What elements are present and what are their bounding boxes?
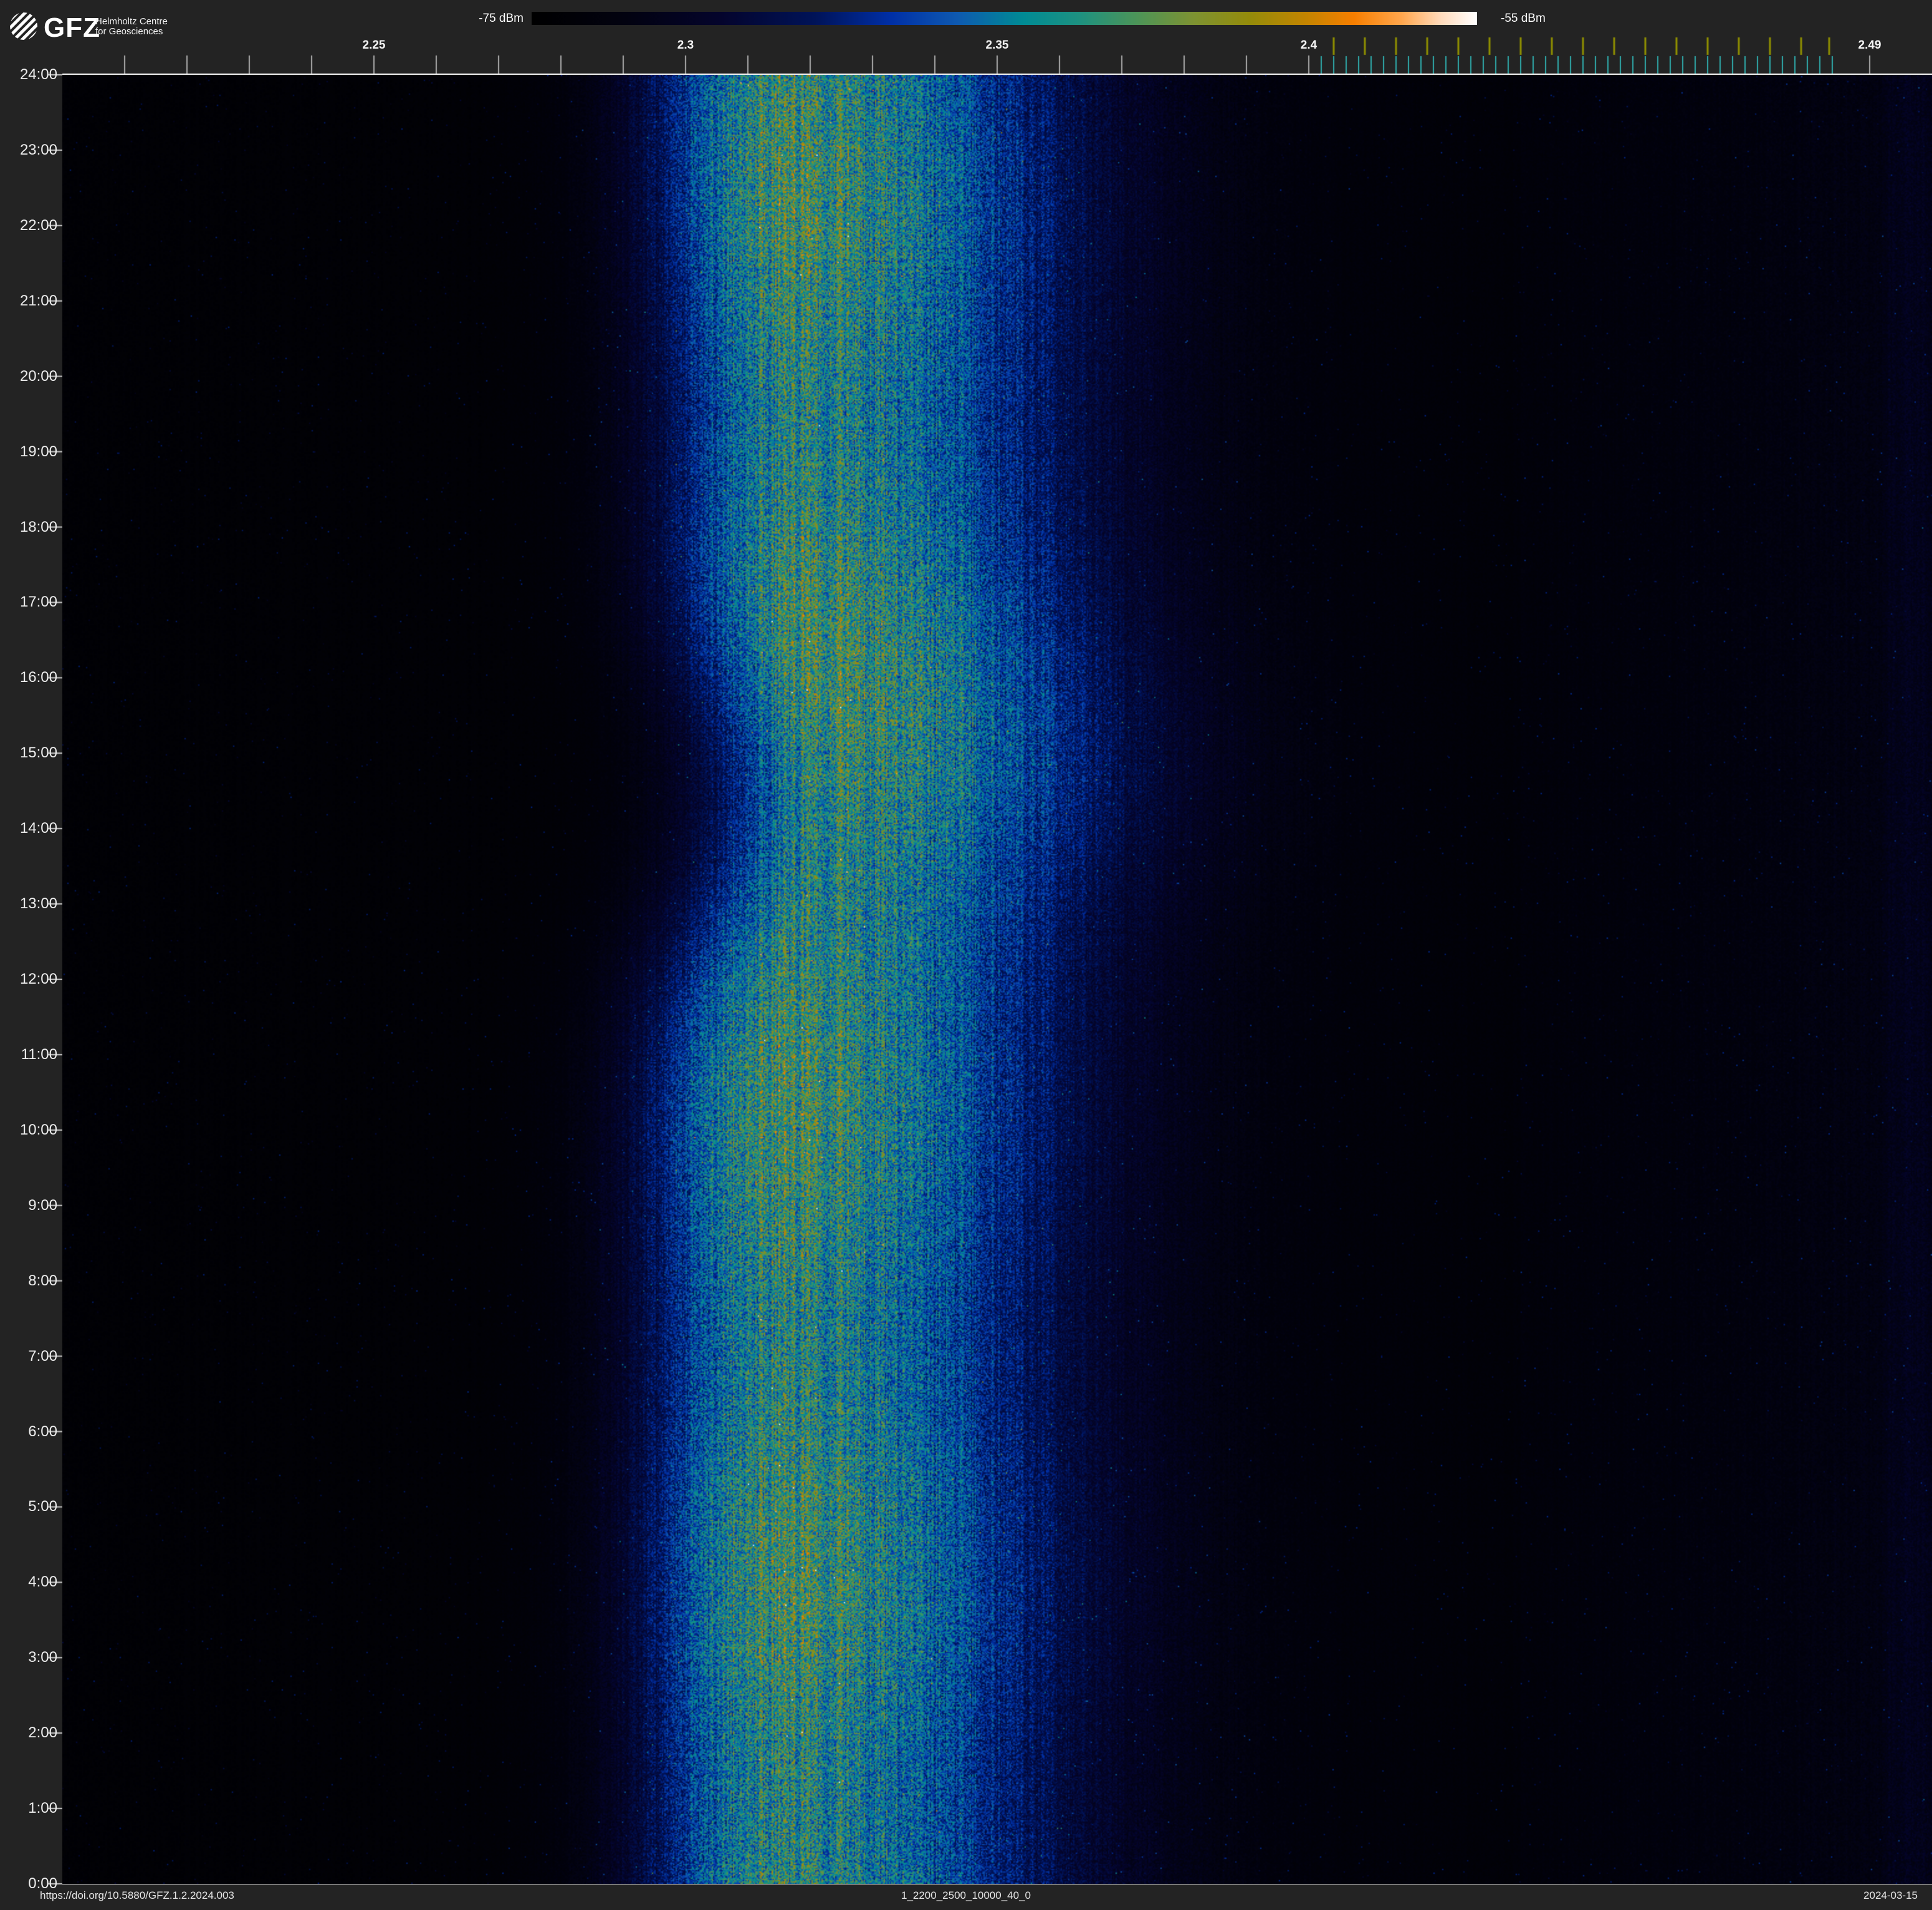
freq-tick-label: 2.4 — [1301, 39, 1317, 52]
time-tick-label: 8:00 — [0, 1272, 57, 1290]
footer-date: 2024-03-15 — [1863, 1889, 1918, 1902]
time-tick-label: 12:00 — [0, 971, 57, 988]
time-tick-label: 2:00 — [0, 1724, 57, 1742]
time-tick-label: 10:00 — [0, 1121, 57, 1139]
time-tick-label: 5:00 — [0, 1498, 57, 1515]
time-tick-label: 16:00 — [0, 669, 57, 686]
freq-tick-label: 2.35 — [986, 39, 1009, 52]
time-tick-label: 4:00 — [0, 1573, 57, 1591]
spectrogram-canvas — [62, 75, 1932, 1884]
time-tick-label: 11:00 — [0, 1046, 57, 1063]
time-tick-label: 15:00 — [0, 744, 57, 762]
time-tick-label: 22:00 — [0, 217, 57, 234]
time-tick-label: 17:00 — [0, 593, 57, 611]
time-tick-label: 1:00 — [0, 1800, 57, 1817]
time-tick-label: 19:00 — [0, 443, 57, 461]
freq-tick-label: 2.3 — [677, 39, 694, 52]
time-tick-label: 3:00 — [0, 1649, 57, 1666]
time-tick-label: 7:00 — [0, 1348, 57, 1365]
time-tick-label: 6:00 — [0, 1423, 57, 1441]
time-tick-label: 20:00 — [0, 368, 57, 385]
time-tick-label: 13:00 — [0, 895, 57, 913]
time-tick-label: 18:00 — [0, 519, 57, 536]
footer-doi: https://doi.org/10.5880/GFZ.1.2.2024.003 — [40, 1889, 234, 1902]
time-tick-label: 9:00 — [0, 1197, 57, 1214]
time-tick-label: 24:00 — [0, 66, 57, 84]
time-tick-label: 23:00 — [0, 142, 57, 159]
freq-tick-label: 2.25 — [363, 39, 386, 52]
time-tick-label: 14:00 — [0, 820, 57, 837]
freq-tick-label: 2.49 — [1858, 39, 1882, 52]
time-tick-label: 21:00 — [0, 292, 57, 310]
footer-filename: 1_2200_2500_10000_40_0 — [901, 1889, 1031, 1902]
